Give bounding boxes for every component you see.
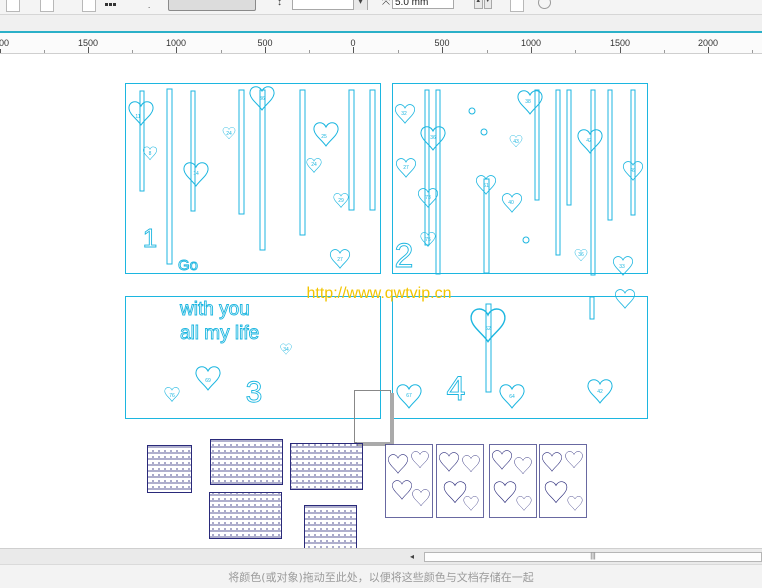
panel-2-bars bbox=[424, 89, 636, 393]
style-dropdown[interactable] bbox=[168, 0, 256, 11]
duplicate-icon[interactable] bbox=[510, 0, 524, 12]
ruler-label: 1000 bbox=[165, 38, 187, 48]
heart-label: 24 bbox=[226, 131, 232, 137]
text-icon[interactable]: . bbox=[148, 0, 162, 12]
heart-label: 62 bbox=[485, 326, 491, 332]
canvas-artwork: 11 8 14 36 24 25 24 29 27 32 36 27 73 75… bbox=[125, 83, 648, 549]
size-spinner[interactable]: ▾ bbox=[353, 0, 367, 10]
ruler-label: 500 bbox=[257, 38, 273, 48]
heart-label: 61 bbox=[483, 183, 489, 189]
ruler-label: 0 bbox=[350, 38, 356, 48]
panel-2-number: 2 bbox=[395, 237, 414, 275]
panel-1-number: 1 bbox=[143, 223, 157, 253]
nudge-distance: ⤧ 5.0 mm bbox=[382, 0, 454, 9]
panel-3-line2: all my life bbox=[180, 323, 259, 344]
heart-label: 64 bbox=[509, 394, 515, 400]
nudge-icon: ↕ bbox=[277, 0, 282, 8]
ruler-label: 1500 bbox=[77, 38, 99, 48]
heart-label: 75 bbox=[425, 237, 431, 243]
horizontal-scrollbar[interactable]: ◂ ||| bbox=[0, 548, 762, 565]
heart-label: 34 bbox=[283, 347, 289, 353]
heart-label: 27 bbox=[403, 165, 409, 171]
heart-label: 38 bbox=[525, 99, 531, 105]
nudge-icon: ⤧ bbox=[382, 0, 390, 8]
ruler-label: 1500 bbox=[609, 38, 631, 48]
drawing-canvas[interactable]: 11 8 14 36 24 25 24 29 27 32 36 27 73 75… bbox=[0, 54, 762, 548]
page-icon[interactable] bbox=[40, 0, 54, 12]
color-docker-bar[interactable]: 将颜色(或对象)拖动至此处，以便将这些颜色与文档存储在一起 bbox=[0, 564, 762, 588]
heart-label: 25 bbox=[321, 134, 327, 140]
nudge-distance-input[interactable]: 5.0 mm bbox=[392, 0, 454, 9]
nested-parts-sheets[interactable] bbox=[147, 439, 587, 549]
scroll-left-arrow[interactable]: ◂ bbox=[406, 551, 418, 563]
heart-label: 29 bbox=[338, 198, 344, 204]
panel-3-number: 3 bbox=[246, 376, 263, 409]
panel-2-frame[interactable] bbox=[392, 83, 648, 274]
heart-label: 49 bbox=[630, 168, 636, 174]
ruler-label: 00 bbox=[0, 38, 10, 48]
heart-label: 36 bbox=[259, 96, 265, 102]
heart-label: 36 bbox=[578, 252, 584, 258]
panel-3-line1: with you bbox=[179, 299, 250, 320]
heart-label: 8 bbox=[149, 151, 152, 157]
ruler-ticks bbox=[0, 47, 753, 53]
heart-label: 40 bbox=[508, 200, 514, 206]
heart-label: 42 bbox=[586, 138, 592, 144]
heart-label: 27 bbox=[337, 257, 343, 263]
watermark: http://www.qwtvip.cn bbox=[307, 285, 452, 302]
status-message: 将颜色(或对象)拖动至此处，以便将这些颜色与文档存储在一起 bbox=[228, 571, 534, 584]
heart-label: 33 bbox=[619, 264, 625, 270]
heart-label: 42 bbox=[597, 389, 603, 395]
heart-label: 24 bbox=[311, 162, 317, 168]
heart-label: 11 bbox=[135, 114, 140, 120]
ruler-label: 2000 bbox=[697, 38, 719, 48]
scrollbar-thumb[interactable]: ||| bbox=[424, 552, 762, 562]
grid-icon[interactable] bbox=[104, 0, 118, 12]
horizontal-ruler[interactable]: 00 1500 1000 500 0 500 1000 1500 2000 bbox=[0, 33, 762, 54]
heart-labels: 11 8 14 36 24 25 24 29 27 32 36 27 73 75… bbox=[135, 96, 636, 400]
page-icon[interactable] bbox=[6, 0, 20, 12]
canvas-hearts bbox=[128, 86, 644, 409]
heart-label: 67 bbox=[406, 393, 412, 399]
svg-text:.: . bbox=[148, 1, 150, 10]
heart-label: 32 bbox=[401, 111, 407, 117]
panel-1-bars bbox=[139, 88, 376, 265]
heart-label: 76 bbox=[169, 393, 175, 399]
panel-1-frame[interactable] bbox=[125, 83, 381, 274]
heart-label: 14 bbox=[193, 171, 199, 177]
heart-label: 73 bbox=[425, 195, 431, 201]
heart-label: 69 bbox=[205, 378, 211, 384]
ruler-label: 1000 bbox=[520, 38, 542, 48]
ruler-label: 500 bbox=[434, 38, 450, 48]
page-icon[interactable] bbox=[82, 0, 96, 12]
heart-label: 36 bbox=[430, 135, 436, 141]
heart-label: 43 bbox=[513, 139, 519, 145]
property-bar: . ↕ ▾ ⤧ 5.0 mm ▲ ▼ bbox=[0, 0, 762, 15]
nudge-spinner[interactable]: ▲ ▼ bbox=[474, 0, 492, 9]
panel-1-word: Go bbox=[178, 257, 198, 274]
panel-4-frame[interactable] bbox=[392, 296, 648, 419]
panel-4-number: 4 bbox=[447, 370, 466, 408]
info-icon[interactable] bbox=[538, 0, 551, 9]
